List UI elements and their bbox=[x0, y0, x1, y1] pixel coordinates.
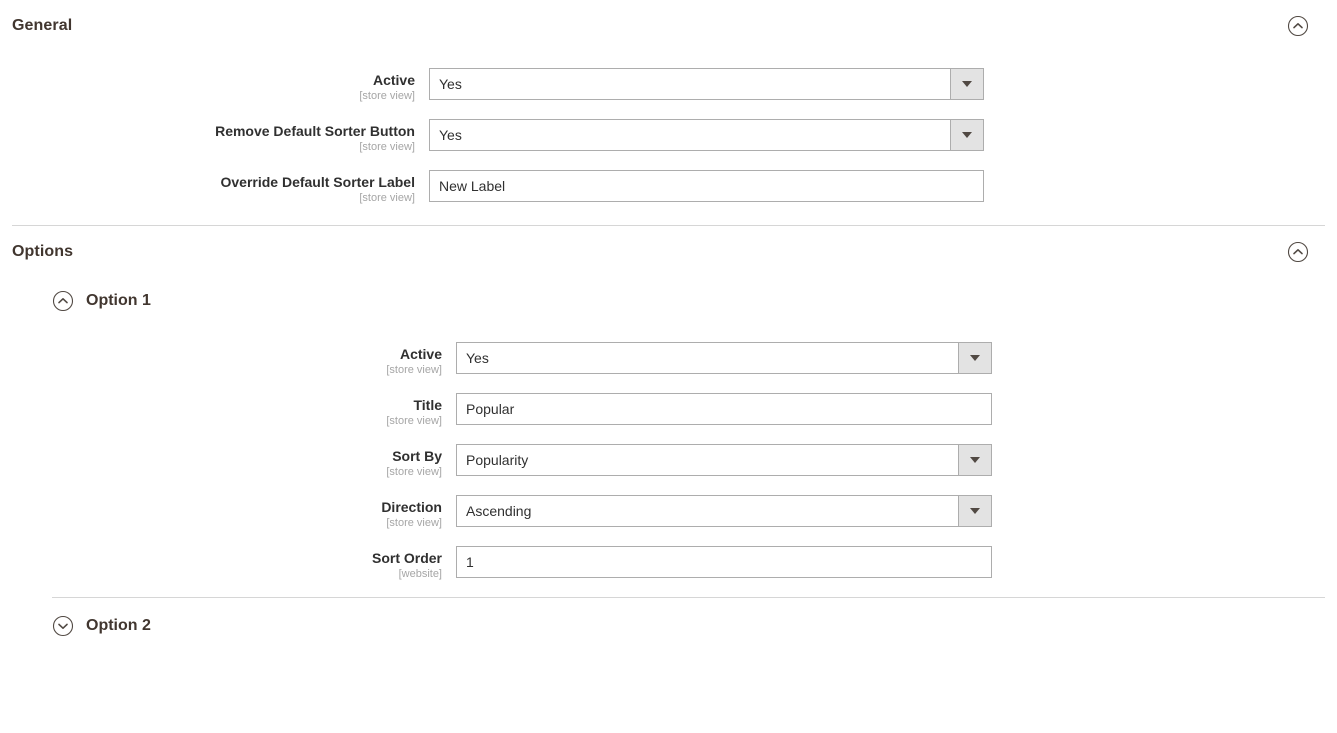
field-label-option1-sort-by: Sort By [store view] bbox=[52, 444, 456, 479]
label-scope: [store view] bbox=[359, 141, 415, 153]
label-text: Override Default Sorter Label bbox=[220, 174, 415, 190]
chevron-down-icon bbox=[970, 508, 980, 514]
field-control-remove-default-sorter-button: Yes bbox=[429, 119, 984, 151]
option-block-2: Option 2 bbox=[0, 598, 1337, 654]
field-control-option1-sort-by: Popularity bbox=[456, 444, 992, 476]
field-label-option1-active: Active [store view] bbox=[52, 342, 456, 377]
chevron-up-circle-icon bbox=[52, 290, 74, 312]
field-row-option1-active: Active [store view] Yes bbox=[52, 342, 1337, 377]
label-text: Title bbox=[413, 397, 442, 413]
chevron-up-circle-icon bbox=[1287, 241, 1309, 263]
select-dropdown-button[interactable] bbox=[958, 343, 991, 373]
chevron-down-icon bbox=[970, 355, 980, 361]
option1-sort-order-input[interactable] bbox=[456, 546, 992, 578]
label-text: Sort Order bbox=[371, 550, 442, 566]
field-label-override-default-sorter-label: Override Default Sorter Label [store vie… bbox=[0, 170, 429, 205]
field-label-active: Active [store view] bbox=[0, 68, 429, 103]
field-control-active: Yes bbox=[429, 68, 984, 100]
label-scope: [store view] bbox=[386, 517, 442, 529]
select-option1-direction[interactable]: Ascending bbox=[456, 495, 992, 527]
select-value: Yes bbox=[439, 76, 462, 92]
page-title-general: General bbox=[12, 17, 73, 34]
field-row-option1-direction: Direction [store view] Ascending bbox=[52, 495, 1337, 530]
chevron-down-icon bbox=[962, 132, 972, 138]
select-dropdown-button[interactable] bbox=[958, 496, 991, 526]
option-1-header[interactable]: Option 1 bbox=[52, 278, 1337, 324]
select-option1-active[interactable]: Yes bbox=[456, 342, 992, 374]
label-scope: [store view] bbox=[386, 415, 442, 427]
field-row-option1-title: Title [store view] bbox=[52, 393, 1337, 428]
label-scope: [store view] bbox=[386, 466, 442, 478]
label-scope: [store view] bbox=[359, 192, 415, 204]
label-scope: [website] bbox=[398, 568, 442, 580]
field-control-option1-sort-order bbox=[456, 546, 992, 578]
label-scope: [store view] bbox=[359, 90, 415, 102]
field-control-override-default-sorter-label bbox=[429, 170, 984, 202]
chevron-up-circle-icon bbox=[1287, 15, 1309, 37]
option-2-header[interactable]: Option 2 bbox=[52, 598, 1337, 654]
option-1-fields: Active [store view] Yes Title [store vie… bbox=[52, 324, 1337, 581]
field-row-option1-sort-order: Sort Order [website] bbox=[52, 546, 1337, 581]
options-collapse-toggle[interactable] bbox=[1287, 241, 1309, 263]
select-dropdown-button[interactable] bbox=[950, 120, 983, 150]
option-2-title: Option 2 bbox=[86, 617, 151, 634]
config-form-page: General Active [store view] Yes Remove D… bbox=[0, 0, 1337, 733]
label-text: Active bbox=[372, 72, 415, 88]
field-row-remove-default-sorter-button: Remove Default Sorter Button [store view… bbox=[0, 119, 1337, 154]
field-row-active: Active [store view] Yes bbox=[0, 68, 1337, 103]
general-collapse-toggle[interactable] bbox=[1287, 15, 1309, 37]
field-label-remove-default-sorter-button: Remove Default Sorter Button [store view… bbox=[0, 119, 429, 154]
chevron-down-icon bbox=[970, 457, 980, 463]
label-text: Direction bbox=[381, 499, 442, 515]
field-label-option1-sort-order: Sort Order [website] bbox=[52, 546, 456, 581]
option1-title-input[interactable] bbox=[456, 393, 992, 425]
select-value: Yes bbox=[466, 350, 489, 366]
select-dropdown-button[interactable] bbox=[958, 445, 991, 475]
select-value: Popularity bbox=[466, 452, 529, 468]
field-control-option1-active: Yes bbox=[456, 342, 992, 374]
page-title-options: Options bbox=[12, 243, 74, 260]
label-text: Remove Default Sorter Button bbox=[215, 123, 415, 139]
field-control-option1-title bbox=[456, 393, 992, 425]
select-option1-sort-by[interactable]: Popularity bbox=[456, 444, 992, 476]
label-text: Sort By bbox=[392, 448, 442, 464]
field-control-option1-direction: Ascending bbox=[456, 495, 992, 527]
select-value: Yes bbox=[439, 127, 462, 143]
label-text: Active bbox=[399, 346, 442, 362]
field-row-option1-sort-by: Sort By [store view] Popularity bbox=[52, 444, 1337, 479]
select-remove-default-sorter-button[interactable]: Yes bbox=[429, 119, 984, 151]
select-active[interactable]: Yes bbox=[429, 68, 984, 100]
select-dropdown-button[interactable] bbox=[950, 69, 983, 99]
chevron-down-circle-icon bbox=[52, 615, 74, 637]
select-value: Ascending bbox=[466, 503, 532, 519]
override-default-sorter-label-input[interactable] bbox=[429, 170, 984, 202]
option-block-1: Option 1 Active [store view] Yes Title [… bbox=[0, 278, 1337, 581]
field-label-option1-direction: Direction [store view] bbox=[52, 495, 456, 530]
section-header-options: Options bbox=[0, 226, 1337, 278]
field-label-option1-title: Title [store view] bbox=[52, 393, 456, 428]
general-fields: Active [store view] Yes Remove Default S… bbox=[0, 52, 1337, 205]
field-row-override-default-sorter-label: Override Default Sorter Label [store vie… bbox=[0, 170, 1337, 205]
chevron-down-icon bbox=[962, 81, 972, 87]
option-1-title: Option 1 bbox=[86, 292, 151, 309]
section-header-general: General bbox=[0, 0, 1337, 52]
label-scope: [store view] bbox=[386, 364, 442, 376]
